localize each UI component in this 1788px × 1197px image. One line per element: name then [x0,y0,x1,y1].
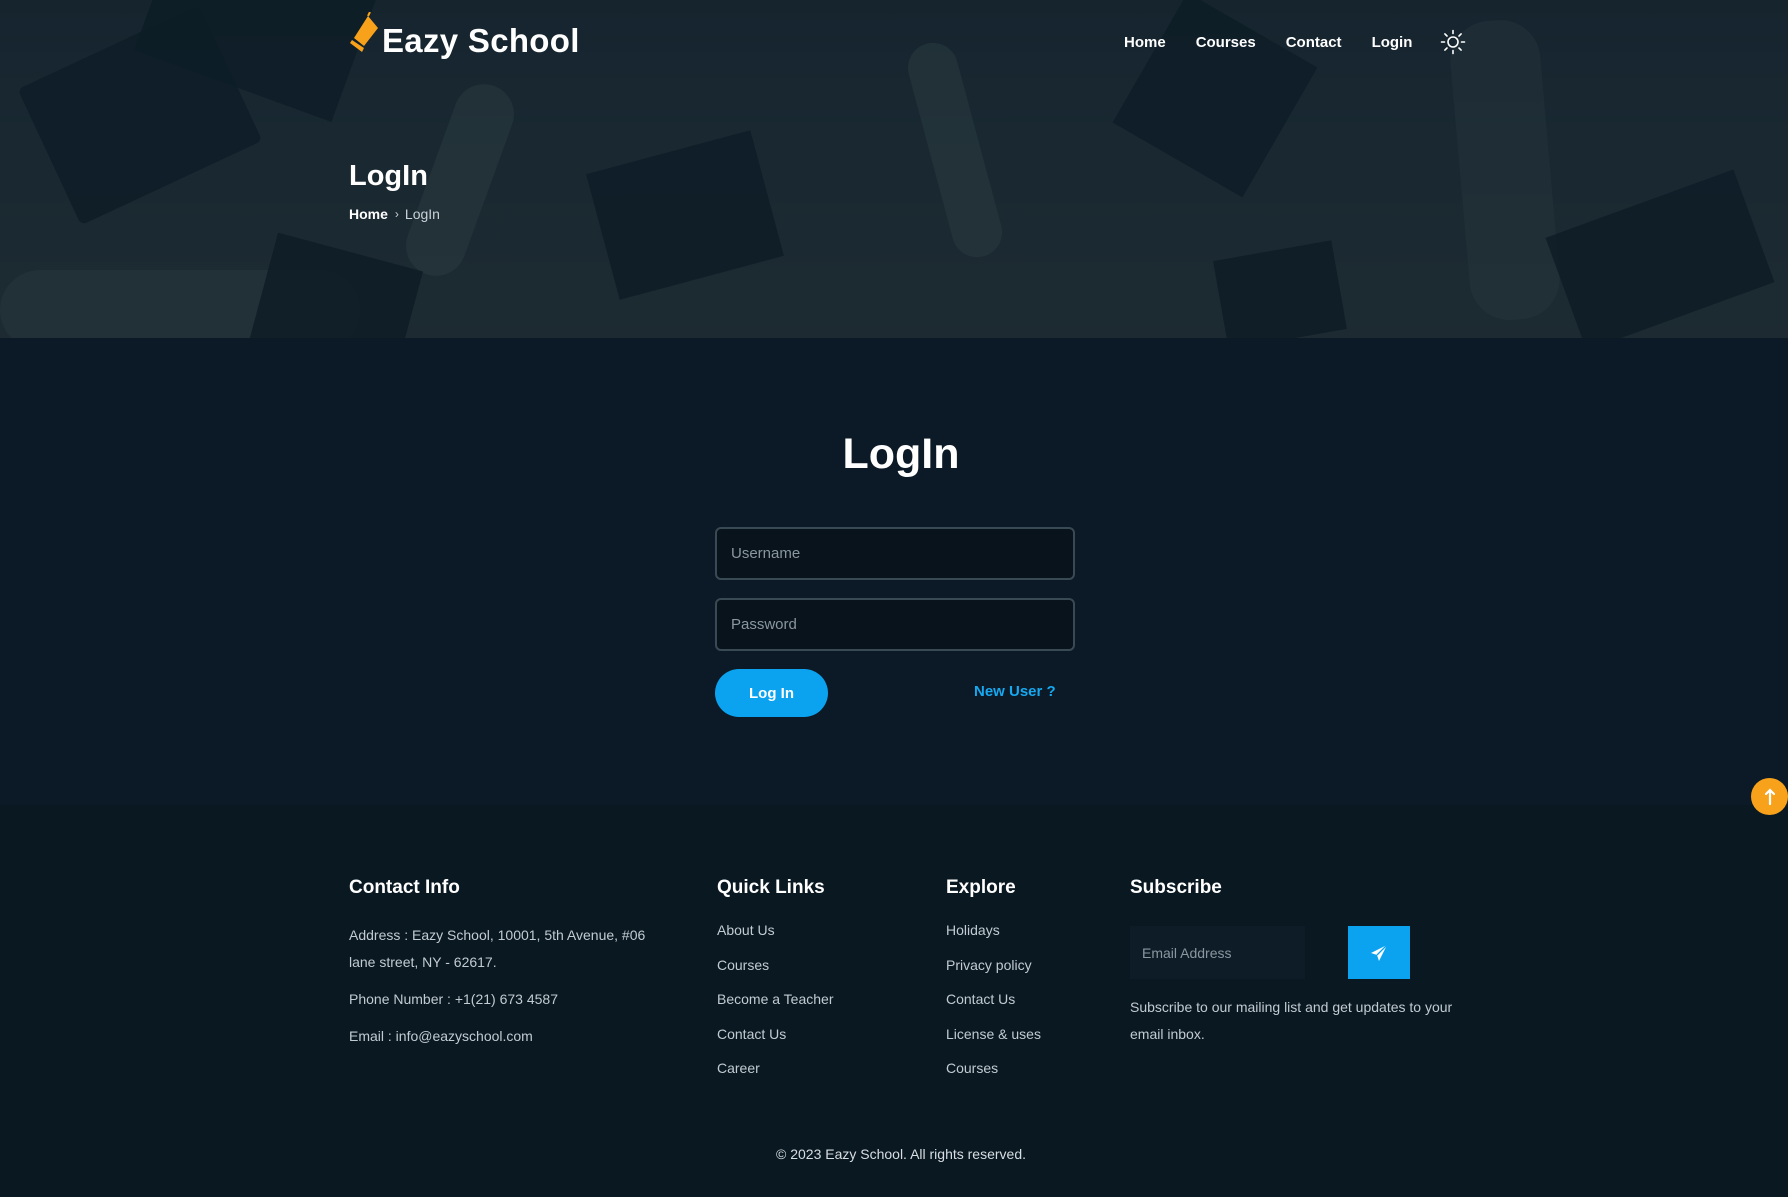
login-title: LogIn [842,430,960,478]
sun-icon[interactable] [1440,29,1466,55]
subscribe-button[interactable] [1348,926,1410,979]
footer-link-explore-contact[interactable]: Contact Us [946,991,1015,1007]
scroll-top-button[interactable] [1751,778,1788,815]
breadcrumb-current: LogIn [404,206,440,222]
footer-link-about-us[interactable]: About Us [717,922,775,938]
footer-contact-info: Contact Info Address : Eazy School, 1000… [349,877,669,1060]
send-icon [1371,944,1388,961]
footer-phone: Phone Number : +1(21) 673 4587 [349,991,558,1007]
nav-item-login[interactable]: Login [1372,34,1413,51]
footer-link-contact-us[interactable]: Contact Us [717,1026,786,1042]
footer-link-explore-courses[interactable]: Courses [946,1060,998,1076]
brand-logo[interactable]: Eazy School [350,8,580,62]
footer [0,805,1788,1197]
brand-name: Eazy School [382,22,580,59]
nav-item-courses[interactable]: Courses [1196,34,1256,51]
hero-title: LogIn [349,160,428,192]
footer-link-become-teacher[interactable]: Become a Teacher [717,991,833,1007]
footer-explore: Explore Holidays Privacy policy Contact … [946,877,1041,1095]
footer-link-holidays[interactable]: Holidays [946,922,1000,938]
footer-link-license[interactable]: License & uses [946,1026,1041,1042]
arrow-up-icon [1764,787,1775,805]
breadcrumb-home[interactable]: Home [349,206,388,222]
nav-item-contact[interactable]: Contact [1286,34,1342,51]
breadcrumb: Home › LogIn [349,206,440,222]
footer-heading-contact: Contact Info [349,877,460,898]
nav-item-home[interactable]: Home [1124,34,1166,51]
footer-quick-links: Quick Links About Us Courses Become a Te… [717,877,833,1095]
footer-heading-subscribe: Subscribe [1130,877,1222,898]
footer-subscribe: Subscribe [1130,877,1460,922]
hero-banner [0,0,1788,338]
subscribe-email-input[interactable] [1130,926,1305,979]
main-nav: Home Courses Contact Login [1124,28,1466,56]
subscribe-description: Subscribe to our mailing list and get up… [1130,999,1453,1042]
footer-link-courses[interactable]: Courses [717,957,769,973]
login-button[interactable]: Log In [715,669,828,717]
chevron-right-icon: › [394,207,399,221]
password-input[interactable] [715,598,1075,651]
username-input[interactable] [715,527,1075,580]
footer-address: Address : Eazy School, 10001, 5th Avenue… [349,927,646,970]
footer-email: Email : info@eazyschool.com [349,1028,533,1044]
footer-heading-quick-links: Quick Links [717,877,825,898]
footer-heading-explore: Explore [946,877,1016,898]
graduation-cap-icon [350,11,380,58]
copyright: © 2023 Eazy School. All rights reserved. [776,1146,1026,1162]
new-user-link[interactable]: New User ? [974,683,1056,700]
footer-link-privacy-policy[interactable]: Privacy policy [946,957,1032,973]
footer-link-career[interactable]: Career [717,1060,760,1076]
